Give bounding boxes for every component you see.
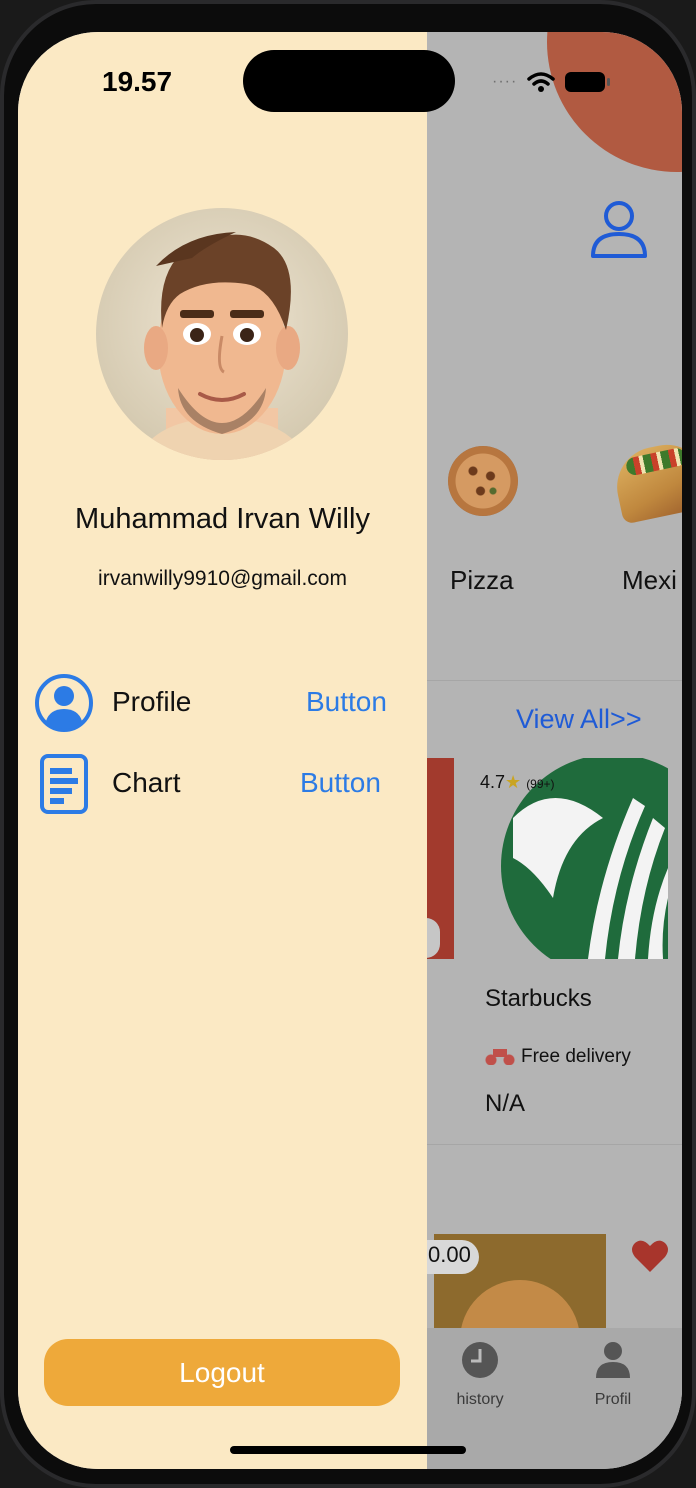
rating-value: 4.7 <box>480 772 506 792</box>
menu-item-profile[interactable]: Profile Button <box>34 673 404 737</box>
profile-button[interactable]: Button <box>306 686 387 718</box>
tab-label: Profil <box>594 1391 632 1408</box>
tab-history[interactable]: history <box>435 1340 525 1409</box>
mexican-category-image[interactable] <box>609 437 682 525</box>
user-email: irvanwilly9910@gmail.com <box>98 567 347 590</box>
avatar-illustration <box>136 232 308 460</box>
status-indicators: ···· <box>492 70 611 94</box>
battery-icon <box>565 72 611 92</box>
home-indicator[interactable] <box>230 1446 466 1454</box>
wifi-icon <box>527 72 556 92</box>
rating-badge: 4.7★ (99+) <box>480 772 555 793</box>
screen: Pizza Mexi View All>> 4.7★ (99+) Starbuc… <box>18 32 682 1469</box>
section-divider <box>418 680 682 681</box>
signal-icon: ···· <box>492 73 518 90</box>
person-icon <box>596 1342 630 1378</box>
delivery-info: Free delivery <box>485 1046 631 1068</box>
user-name: Muhammad Irvan Willy <box>75 503 370 535</box>
document-chart-icon <box>40 754 88 814</box>
clock-icon <box>462 1342 498 1378</box>
scooter-icon <box>485 1047 515 1065</box>
decorative-blob <box>547 32 682 172</box>
avatar[interactable] <box>96 208 348 460</box>
tab-profil[interactable]: Profil <box>568 1340 658 1409</box>
category-label-pizza[interactable]: Pizza <box>450 565 514 596</box>
phone-bezel: Pizza Mexi View All>> 4.7★ (99+) Starbuc… <box>4 4 692 1484</box>
chart-button[interactable]: Button <box>300 767 381 799</box>
section-divider <box>418 1144 682 1145</box>
pizza-category-image[interactable] <box>448 446 518 516</box>
category-label-mexican[interactable]: Mexi <box>622 565 677 596</box>
tab-label: history <box>456 1391 504 1408</box>
rating-count: (99+) <box>526 777 555 791</box>
food-price-badge: 0.00 <box>422 1240 479 1274</box>
user-circle-icon <box>35 674 93 732</box>
side-drawer: Muhammad Irvan Willy irvanwilly9910@gmai… <box>18 32 427 1469</box>
star-icon: ★ <box>505 772 522 792</box>
delivery-label: Free delivery <box>521 1046 631 1067</box>
view-all-link[interactable]: View All>> <box>516 704 642 735</box>
restaurant-name[interactable]: Starbucks <box>485 985 592 1013</box>
menu-label-profile: Profile <box>112 686 192 717</box>
heart-icon[interactable] <box>630 1236 670 1276</box>
menu-label-chart: Chart <box>112 767 181 798</box>
phone-frame: Pizza Mexi View All>> 4.7★ (99+) Starbuc… <box>0 0 696 1488</box>
logout-button[interactable]: Logout <box>44 1339 400 1406</box>
menu-item-chart[interactable]: Chart Button <box>34 754 404 818</box>
restaurant-price: N/A <box>485 1090 526 1117</box>
profile-outline-icon[interactable] <box>589 198 649 260</box>
dynamic-island <box>243 50 455 112</box>
status-time: 19.57 <box>102 66 173 97</box>
